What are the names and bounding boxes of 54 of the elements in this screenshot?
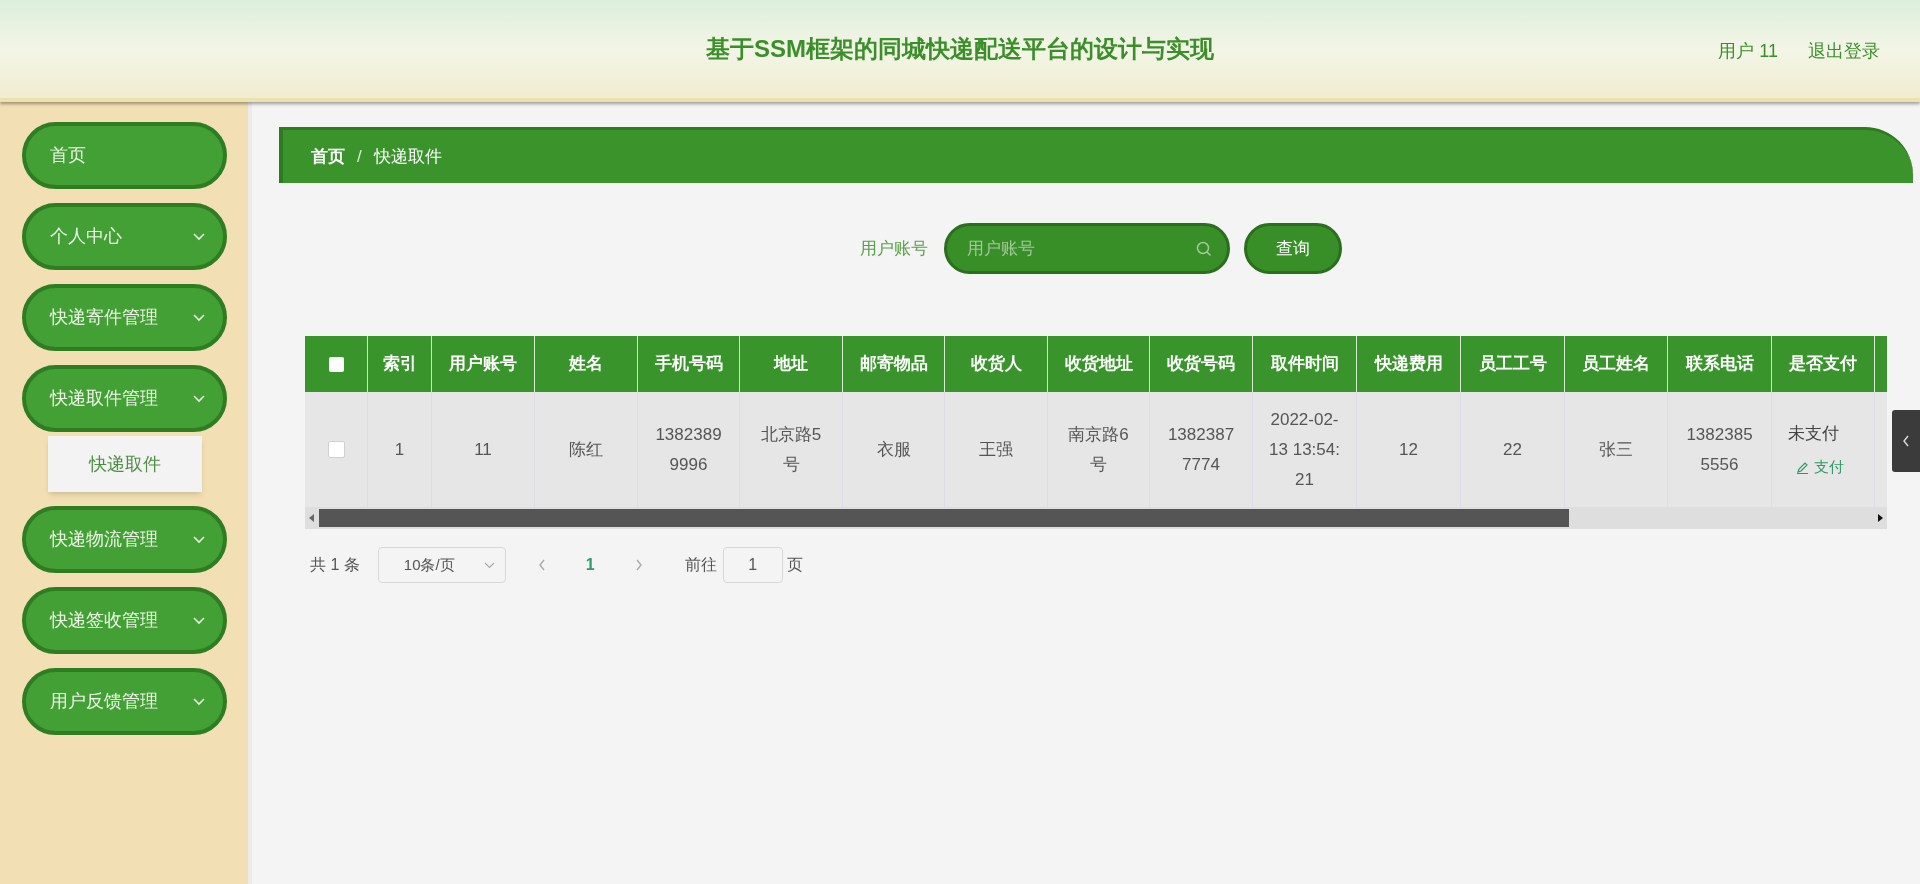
breadcrumb-link[interactable]: 首页 xyxy=(311,143,345,170)
select-all-checkbox[interactable] xyxy=(328,356,344,372)
table-cell-text: 北京路5号 xyxy=(759,423,823,476)
table-cell-text: 12 xyxy=(1398,438,1419,461)
edit-icon xyxy=(1796,460,1809,474)
chevron-down-icon xyxy=(193,394,205,403)
table-cell-text: 11 xyxy=(473,438,493,461)
nav-item[interactable]: 首页 xyxy=(22,122,227,189)
chevron-down-icon xyxy=(193,616,205,625)
table-cell-text: 1 xyxy=(393,438,406,461)
table-cell-text: 22 xyxy=(1502,438,1523,461)
user-name: 用户 11 xyxy=(1718,40,1778,63)
nav-item[interactable]: 快递取件管理 xyxy=(22,365,227,432)
table-cell-text: 2022-02-13 13:54:21 xyxy=(1268,408,1341,491)
app-title: 基于SSM框架的同城快递配送平台的设计与实现 xyxy=(706,34,1214,64)
goto-suffix: 页 xyxy=(786,555,803,575)
chevron-down-icon xyxy=(193,313,205,322)
nav-item[interactable]: 个人中心 xyxy=(22,203,227,270)
table-cell-text: 张三 xyxy=(1598,438,1634,461)
breadcrumb-separator: / xyxy=(357,145,362,168)
table-cell-text: 南京路6号 xyxy=(1067,423,1130,476)
nav-item[interactable]: 快递物流管理 xyxy=(22,506,227,573)
field-label: 用户账号 xyxy=(860,237,928,260)
next-page-icon[interactable] xyxy=(634,559,643,571)
goto-label: 前往 xyxy=(684,555,717,575)
total-count: 共 1 条 xyxy=(310,555,360,575)
nav-item[interactable]: 快递签收管理 xyxy=(22,587,227,654)
search-field[interactable]: 用户账号 xyxy=(944,223,1230,274)
search-icon xyxy=(1196,240,1212,257)
goto-page-field[interactable]: 1 xyxy=(722,547,783,583)
prev-page-icon[interactable] xyxy=(537,559,546,571)
pay-link[interactable]: 支付 xyxy=(1796,456,1844,479)
table-cell-text: 13823855556 xyxy=(1685,423,1754,476)
page-number[interactable]: 1 xyxy=(585,553,595,577)
logout-link[interactable]: 退出登录 xyxy=(1808,38,1880,65)
submenu-item[interactable]: 快递取件 xyxy=(48,436,202,492)
chevron-down-icon xyxy=(483,561,495,569)
row-checkbox[interactable] xyxy=(327,441,345,458)
chevron-down-icon xyxy=(193,535,205,544)
table-cell-text: 13823877774 xyxy=(1166,423,1236,476)
page-size-select[interactable]: 10条/页 xyxy=(377,547,506,583)
table-cell-text: 陈红 xyxy=(568,438,604,461)
table-cell-text: 衣服 xyxy=(875,438,912,461)
search-button[interactable]: 查询 xyxy=(1244,223,1342,274)
chevron-down-icon xyxy=(193,232,205,241)
table-cell-text: 未支付 xyxy=(1788,422,1839,445)
horizontal-scrollbar[interactable] xyxy=(305,507,1887,529)
chevron-down-icon xyxy=(193,697,205,706)
breadcrumb-link[interactable]: 快递取件 xyxy=(373,143,442,170)
nav-item[interactable]: 用户反馈管理 xyxy=(22,668,227,735)
table-cell-text: 13823899996 xyxy=(654,423,723,476)
nav-item[interactable]: 快递寄件管理 xyxy=(22,284,227,351)
table-cell-text: 王强 xyxy=(978,438,1014,461)
chevron-left-icon xyxy=(1902,435,1910,447)
